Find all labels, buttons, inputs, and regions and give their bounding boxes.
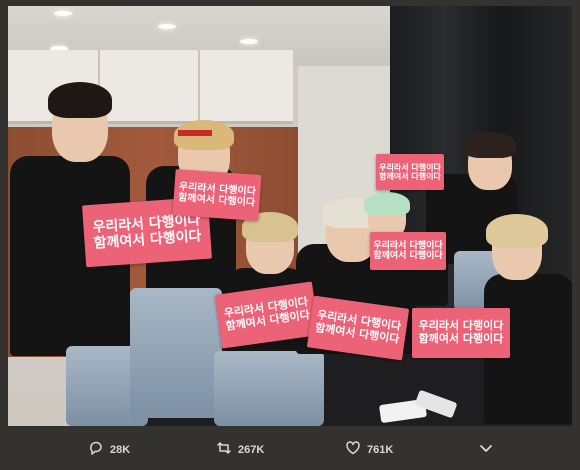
- slogan-sign: 우리라서 다행이다 함께여서 다행이다: [376, 154, 444, 190]
- heart-icon: [345, 440, 361, 459]
- reply-icon: [88, 440, 104, 459]
- reply-count: 28K: [110, 443, 131, 456]
- retweet-icon: [216, 440, 232, 459]
- ceiling-light: [54, 11, 72, 16]
- tweet-action-bar: 28K 267K 761K: [0, 426, 580, 470]
- like-count: 761K: [367, 443, 394, 456]
- more-options-button[interactable]: [478, 440, 494, 459]
- chevron-down-icon: [478, 440, 494, 459]
- slogan-sign: 우리라서 다행이다 함께여서 다행이다: [370, 232, 446, 270]
- tweet-photo[interactable]: 우리라서 다행이다 함께여서 다행이다 우리라서 다행이다 함께여서 다행이다 …: [8, 6, 572, 426]
- retweet-count: 267K: [238, 443, 265, 456]
- ceiling-light: [158, 24, 176, 29]
- reply-button[interactable]: 28K: [88, 440, 130, 459]
- ceiling-light: [240, 39, 258, 44]
- slogan-sign: 우리라서 다행이다 함께여서 다행이다: [172, 169, 262, 221]
- like-button[interactable]: 761K: [345, 440, 393, 459]
- retweet-button[interactable]: 267K: [216, 440, 264, 459]
- slogan-sign: 우리라서 다행이다 함께여서 다행이다: [412, 308, 510, 358]
